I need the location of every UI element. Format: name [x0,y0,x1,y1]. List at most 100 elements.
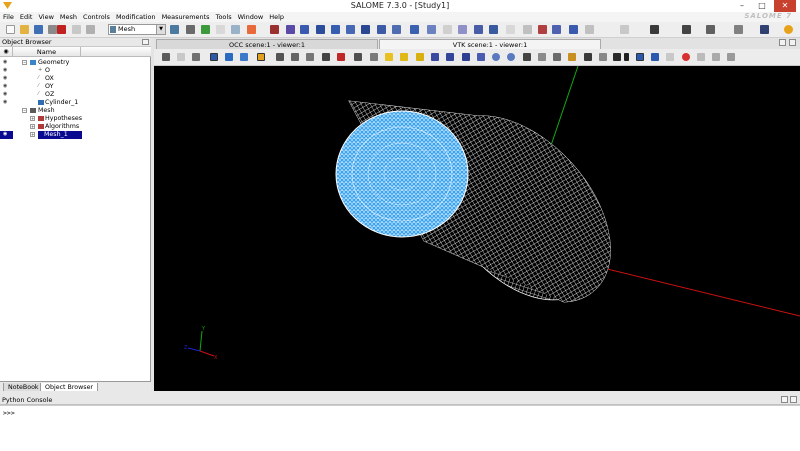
trihedron-icon[interactable] [177,53,185,61]
tab-vtk-viewer[interactable]: VTK scene:1 - viewer:1 [379,39,601,49]
mesh-scene[interactable]: Y Z X [154,66,800,391]
maximize-button[interactable]: □ [754,0,770,12]
close-study-icon[interactable] [48,25,57,34]
load-script-icon[interactable] [231,25,240,34]
menu-view[interactable]: View [35,12,56,22]
highlight-icon[interactable] [257,53,265,61]
python-console[interactable]: >>> [0,405,800,451]
tree-item-mesh[interactable]: − Mesh [0,107,151,115]
area-control-icon[interactable] [474,25,483,34]
visibility-column-header[interactable]: ◉ [0,47,13,57]
new-document-icon[interactable] [6,25,15,34]
module-selector[interactable]: Mesh ▼ [108,24,166,35]
clipping-icon[interactable] [599,53,607,61]
rotate-clockwise-icon[interactable] [492,53,500,61]
graduated-axes-icon[interactable] [523,53,531,61]
copy-icon[interactable] [72,25,81,34]
volume-icon[interactable] [569,25,578,34]
evaluate-icon[interactable] [346,25,355,34]
controls-icon[interactable] [443,25,452,34]
collapse-icon[interactable]: − [22,60,27,65]
scaling-icon[interactable] [192,53,200,61]
front-view-icon[interactable] [370,53,378,61]
symmetry-icon[interactable] [682,25,691,34]
create-mesh-icon[interactable] [247,25,256,34]
name-column-header[interactable]: Name [13,47,81,57]
tree-item-cylinder-1[interactable]: ◉ Cylinder_1 [0,99,151,107]
dock-float-button[interactable] [142,39,149,45]
minimize-button[interactable]: – [734,0,750,12]
sew-icon[interactable] [734,25,743,34]
mesh-module-icon[interactable] [186,25,195,34]
viewer-restore-button[interactable] [779,39,786,46]
menu-edit[interactable]: Edit [17,12,36,22]
translation-icon[interactable] [620,25,629,34]
menu-window[interactable]: Window [235,12,267,22]
dot-icon[interactable] [624,53,629,61]
tree-item-ox[interactable]: ◉ ⁄ OX [0,75,151,83]
collapse-icon[interactable]: − [22,108,27,113]
module-icon[interactable] [170,25,179,34]
tree-item-oz[interactable]: ◉ ⁄ OZ [0,91,151,99]
group-icon[interactable] [377,25,386,34]
polygon-icon[interactable] [552,25,561,34]
tree-item-algorithms[interactable]: + Algorithms [0,123,151,131]
face-icon[interactable] [538,25,547,34]
play-icon[interactable] [697,53,705,61]
fit-all-icon[interactable] [276,53,284,61]
selection-mode-node-icon[interactable] [225,53,233,61]
dynamic-preselection-icon[interactable] [666,53,674,61]
tree-item-hypotheses[interactable]: + Hypotheses [0,115,151,123]
eye-icon[interactable]: ◉ [3,75,7,83]
rotation-point-icon[interactable] [354,53,362,61]
left-view-icon[interactable] [431,53,439,61]
cylinder-cap-face[interactable] [335,110,469,238]
view-parameters-icon[interactable] [538,53,546,61]
console-close-button[interactable] [790,396,797,403]
synchronize-icon[interactable] [553,53,561,61]
open-folder-icon[interactable] [20,25,29,34]
viewer-close-button[interactable] [789,39,796,46]
geometry-module-icon[interactable] [201,25,210,34]
projection-icon[interactable] [568,53,576,61]
eye-icon[interactable]: ◉ [3,99,7,107]
console-float-button[interactable] [781,396,788,403]
expand-icon[interactable]: + [30,116,35,121]
node-icon[interactable] [506,25,515,34]
pause-icon[interactable] [712,53,720,61]
whats-this-icon[interactable] [784,25,793,34]
length-control-icon[interactable] [458,25,467,34]
pan-icon[interactable] [306,53,314,61]
close-window-button[interactable]: ✕ [774,0,796,12]
bottom-view-icon[interactable] [416,53,424,61]
edit-mesh-icon[interactable] [300,25,309,34]
menu-file[interactable]: File [0,12,17,22]
chevron-down-icon[interactable]: ▼ [156,25,165,34]
submesh-icon[interactable] [286,25,295,34]
measure-icon[interactable] [410,25,419,34]
zooming-style-icon[interactable] [651,53,659,61]
dump-view-icon[interactable] [162,53,170,61]
compute-icon[interactable] [270,25,279,34]
menu-controls[interactable]: Controls [80,12,113,22]
eye-icon[interactable]: ◉ [3,131,7,139]
edge-icon[interactable] [523,25,532,34]
rotation-icon[interactable] [650,25,659,34]
tree-item-mesh-1[interactable]: ◉ + Mesh_1 [0,131,151,139]
selection-mode-edge-icon[interactable] [240,53,248,61]
reset-view-icon[interactable] [477,53,485,61]
top-view-icon[interactable] [400,53,408,61]
interaction-style-icon[interactable] [636,53,644,61]
light-icon[interactable] [613,53,621,61]
tree-item-geometry[interactable]: ◉ − Geometry [0,59,151,67]
eye-icon[interactable]: ◉ [3,67,7,75]
menu-help[interactable]: Help [266,12,287,22]
eye-icon[interactable]: ◉ [3,83,7,91]
preview-icon[interactable] [361,25,370,34]
record-icon[interactable] [682,53,690,61]
eye-icon[interactable]: ◉ [3,59,7,67]
filter-icon[interactable] [392,25,401,34]
tree-item-oy[interactable]: ◉ ⁄ OY [0,83,151,91]
eye-icon[interactable]: ◉ [3,91,7,99]
iso-view-icon[interactable] [462,53,470,61]
